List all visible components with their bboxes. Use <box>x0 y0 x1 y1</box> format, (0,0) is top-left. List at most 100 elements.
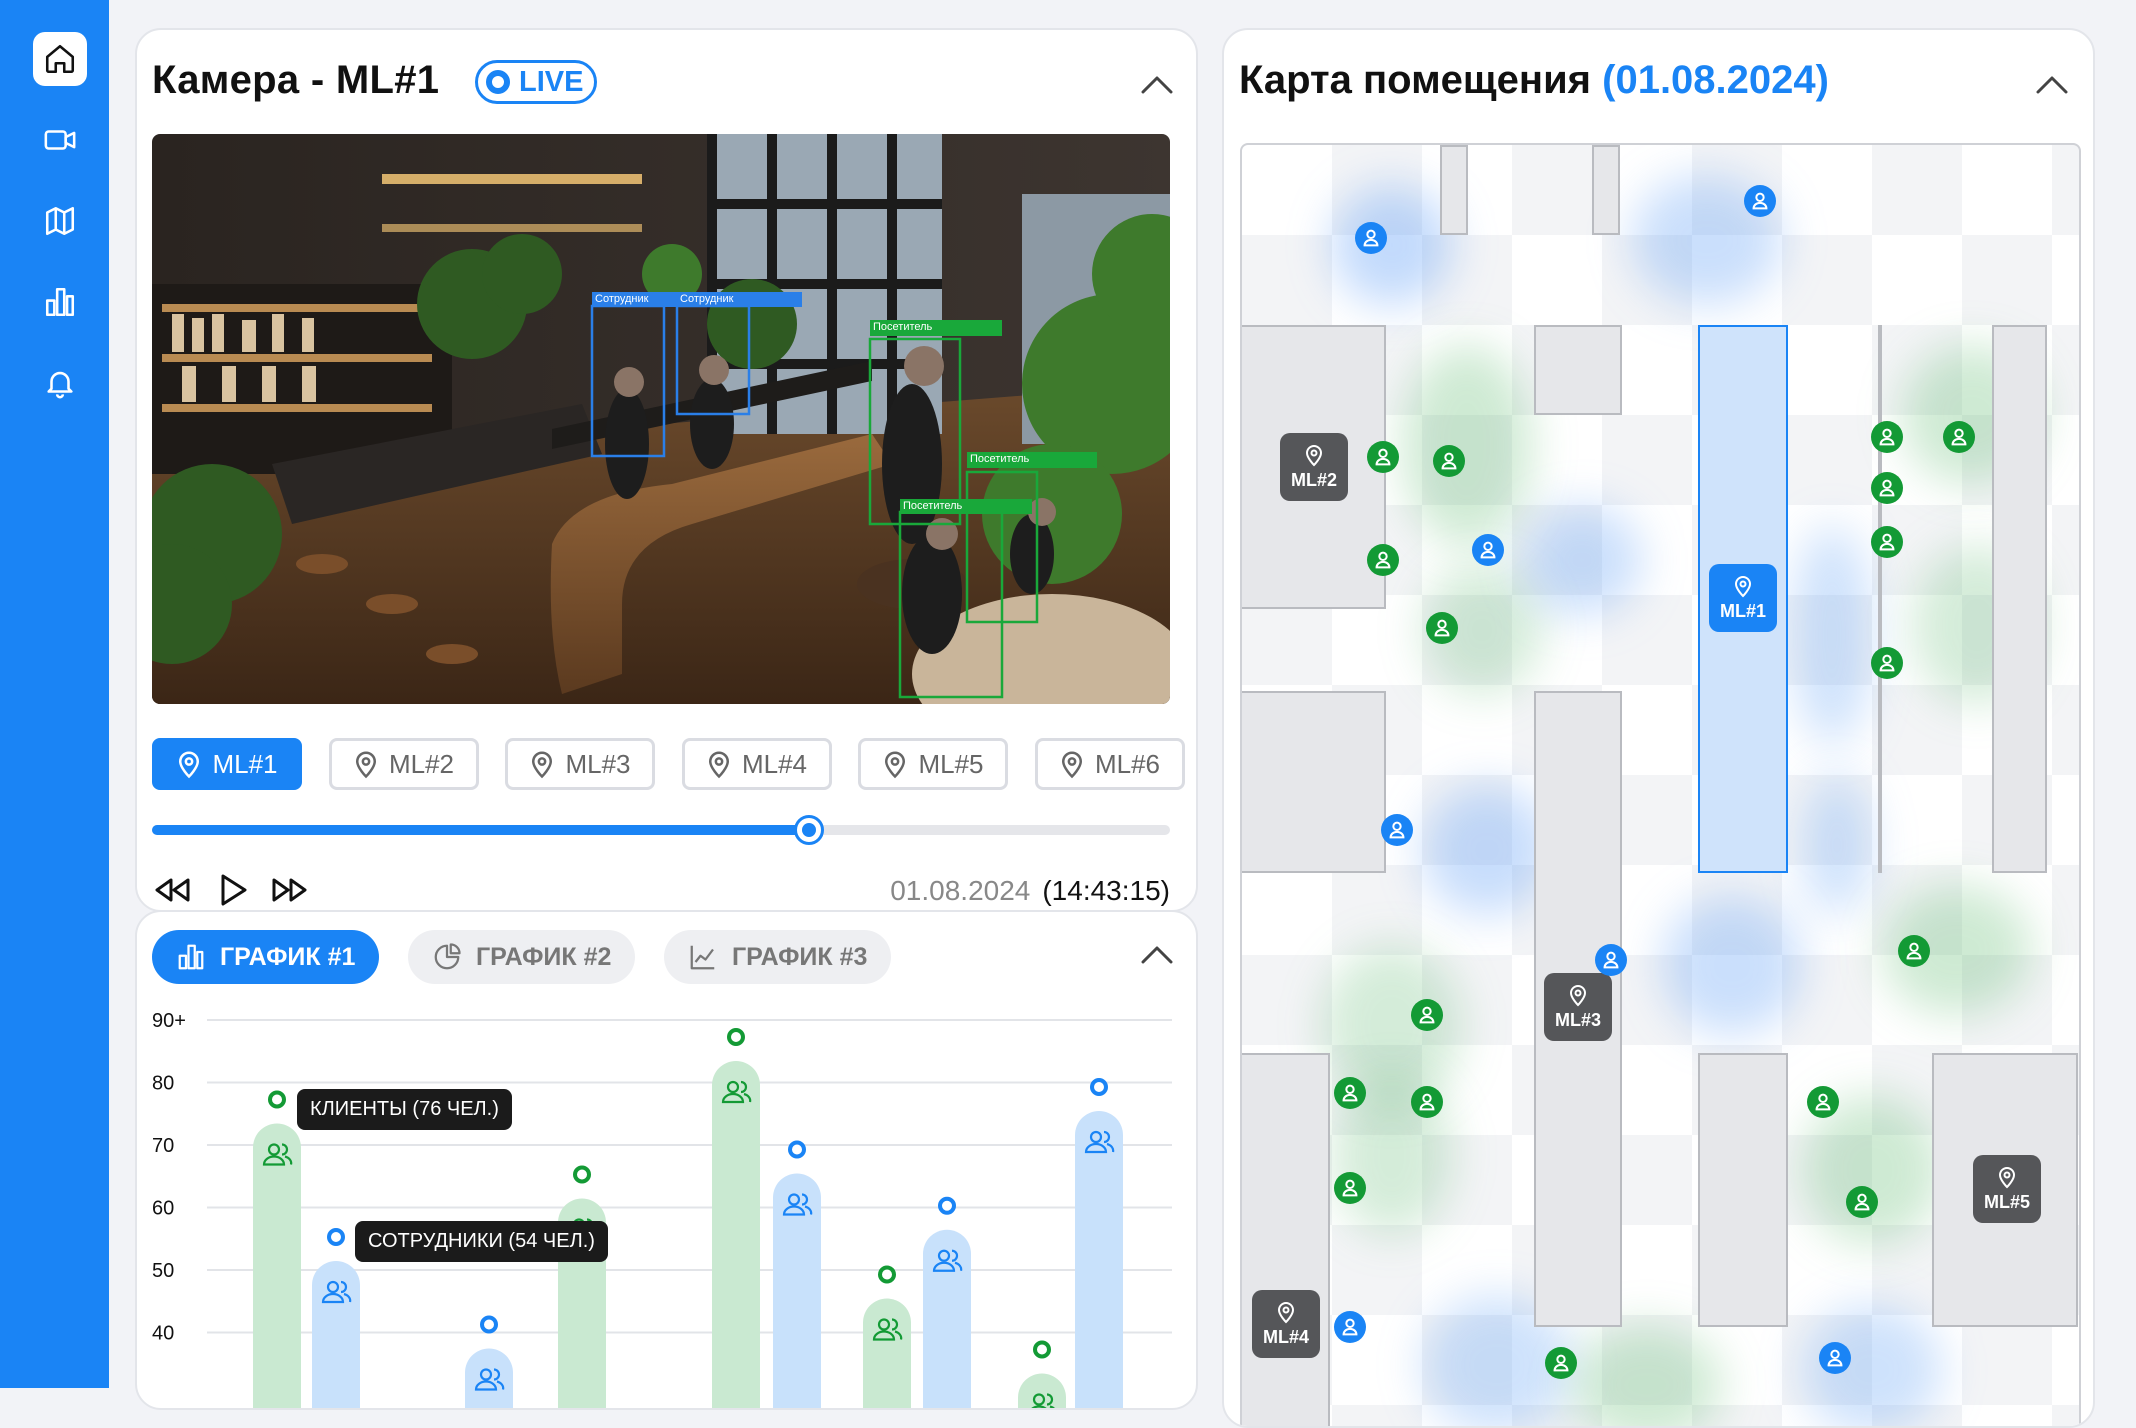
person-icon <box>1879 479 1895 497</box>
fast-forward-icon[interactable] <box>270 870 310 910</box>
data-point-clients[interactable] <box>573 1165 591 1184</box>
sidebar-item-home[interactable] <box>33 32 87 86</box>
timestamp: 01.08.2024 (14:43:15) <box>890 875 1170 907</box>
map-client-marker[interactable] <box>1846 1186 1878 1218</box>
heat-zone <box>1572 1325 1722 1426</box>
play-icon[interactable] <box>212 870 252 910</box>
heat-zone <box>1792 525 1872 745</box>
data-point-clients[interactable] <box>878 1265 896 1284</box>
detection-label-visitor: Посетитель <box>873 321 933 333</box>
map-staff-marker[interactable] <box>1355 222 1387 254</box>
y-tick-label: 80 <box>152 1073 174 1095</box>
location-pin-icon <box>1998 1167 2016 1189</box>
map-staff-marker[interactable] <box>1595 944 1627 976</box>
collapse-camera-chevron-up-icon[interactable] <box>1137 66 1177 106</box>
map-camera-ml4-label: ML#4 <box>1262 1327 1309 1347</box>
map-staff-marker[interactable] <box>1334 1311 1366 1343</box>
y-tick-label: 60 <box>152 1198 174 1220</box>
map-camera-ml2[interactable]: ML#2 <box>1280 433 1348 501</box>
bar-staff[interactable] <box>773 1173 821 1411</box>
map-client-marker[interactable] <box>1545 1347 1577 1379</box>
camera-tab-2[interactable]: ML#2 <box>328 738 479 790</box>
map-client-marker[interactable] <box>1334 1172 1366 1204</box>
map-client-marker[interactable] <box>1871 647 1903 679</box>
map-client-marker[interactable] <box>1898 935 1930 967</box>
camera-tab-4[interactable]: ML#4 <box>681 738 832 790</box>
map-client-marker[interactable] <box>1334 1077 1366 1109</box>
playback-track[interactable] <box>152 815 1170 845</box>
sidebar <box>0 0 109 1388</box>
map-camera-ml4[interactable]: ML#4 <box>1252 1290 1320 1358</box>
map-client-marker[interactable] <box>1943 421 1975 453</box>
map-client-marker[interactable] <box>1871 526 1903 558</box>
heat-zone <box>1802 775 1872 915</box>
map-client-marker[interactable] <box>1426 612 1458 644</box>
map-camera-ml1[interactable]: ML#1 <box>1709 564 1777 632</box>
location-pin-icon <box>1734 576 1752 598</box>
detection-label-visitor: Посетитель <box>970 453 1030 465</box>
camera-tab-5[interactable]: ML#5 <box>858 738 1008 790</box>
person-icon <box>1375 448 1391 466</box>
bell-icon <box>47 371 73 399</box>
sidebar-item-cameras[interactable] <box>33 113 87 167</box>
data-point-clients[interactable] <box>727 1028 745 1046</box>
tab-chart-3[interactable]: ГРАФИК #3 <box>664 930 892 984</box>
data-point-staff[interactable] <box>1090 1078 1108 1096</box>
person-icon <box>1342 1084 1358 1102</box>
map-client-marker[interactable] <box>1433 445 1465 477</box>
map-title-date: (01.08.2024) <box>1602 58 1829 102</box>
data-point-staff[interactable] <box>788 1140 806 1159</box>
heat-zone <box>1422 785 1552 915</box>
map-camera-ml1-label: ML#1 <box>1719 601 1766 621</box>
bar-staff[interactable] <box>923 1229 971 1410</box>
map-staff-marker[interactable] <box>1381 814 1413 846</box>
collapse-chart-chevron-up-icon[interactable] <box>1137 936 1177 976</box>
data-point-clients[interactable] <box>268 1090 286 1109</box>
detection-label-employee: Сотрудник <box>595 293 649 305</box>
map-camera-ml3[interactable]: ML#3 <box>1544 973 1612 1041</box>
collapse-map-chevron-up-icon[interactable] <box>2032 66 2072 106</box>
map-staff-marker[interactable] <box>1819 1342 1851 1374</box>
data-point-clients[interactable] <box>1033 1340 1051 1359</box>
bar-clients[interactable] <box>253 1123 301 1411</box>
sidebar-item-map[interactable] <box>33 194 87 248</box>
wall-segment <box>1878 325 1882 873</box>
tab-chart-2[interactable]: ГРАФИК #2 <box>408 930 636 984</box>
map-camera-ml5[interactable]: ML#5 <box>1973 1155 2041 1223</box>
location-pin-icon <box>1305 445 1323 467</box>
camera-tab-6[interactable]: ML#6 <box>1034 738 1185 790</box>
map-client-marker[interactable] <box>1871 421 1903 453</box>
data-point-staff[interactable] <box>480 1315 498 1334</box>
bar-clients[interactable] <box>712 1061 760 1410</box>
map-icon <box>45 206 75 236</box>
location-pin-icon <box>1061 751 1082 779</box>
map-client-marker[interactable] <box>1871 472 1903 504</box>
bar-clients[interactable] <box>863 1298 911 1411</box>
playback-scrubber-handle[interactable] <box>793 815 824 845</box>
camera-tab-label: ML#2 <box>388 748 455 779</box>
tab-chart-1[interactable]: ГРАФИК #1 <box>152 930 380 984</box>
map-client-marker[interactable] <box>1367 441 1399 473</box>
camera-video-feed[interactable]: Сотрудник Сотрудник Посетитель Посетитель По… <box>152 134 1170 704</box>
tooltip-staff: СОТРУДНИКИ (54 ЧЕЛ.) <box>355 1221 608 1262</box>
map-client-marker[interactable] <box>1807 1086 1839 1118</box>
person-icon <box>1951 428 1967 446</box>
map-staff-marker[interactable] <box>1472 534 1504 566</box>
floor-map[interactable]: ML#1 ML#2 ML#3 ML#4 ML#5 <box>1240 143 2081 1426</box>
map-camera-ml2-label: ML#2 <box>1290 470 1337 490</box>
rewind-icon[interactable] <box>152 870 192 910</box>
bar-staff[interactable] <box>1075 1111 1123 1410</box>
person-icon <box>1879 533 1895 551</box>
data-point-staff[interactable] <box>327 1228 345 1246</box>
location-pin-icon <box>532 751 553 779</box>
camera-tab-1[interactable]: ML#1 <box>152 738 302 790</box>
heat-zone <box>1522 505 1642 615</box>
sidebar-item-analytics[interactable] <box>33 275 87 329</box>
map-client-marker[interactable] <box>1411 1086 1443 1118</box>
map-client-marker[interactable] <box>1367 544 1399 576</box>
sidebar-item-notifications[interactable] <box>33 356 87 410</box>
map-staff-marker[interactable] <box>1744 185 1776 217</box>
data-point-staff[interactable] <box>938 1196 956 1215</box>
map-client-marker[interactable] <box>1411 999 1443 1031</box>
camera-tab-3[interactable]: ML#3 <box>505 738 655 790</box>
